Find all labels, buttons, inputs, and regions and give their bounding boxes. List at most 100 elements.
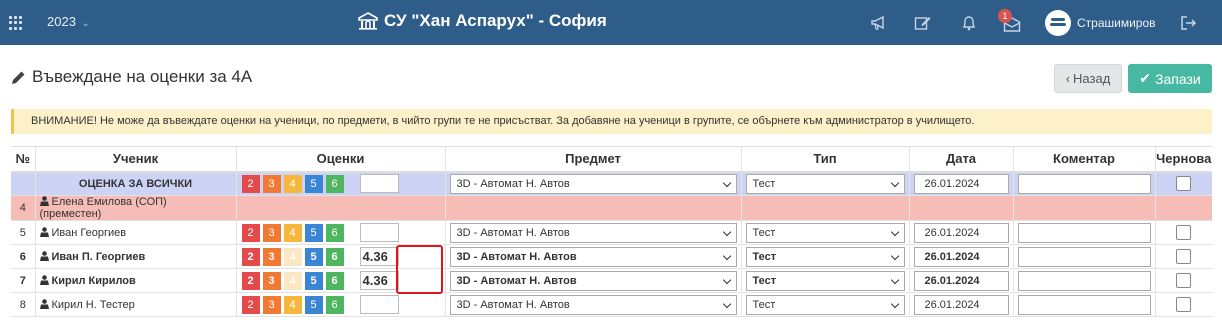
date-cell: 26.01.2024: [908, 292, 1013, 317]
grade-6-button[interactable]: 6: [325, 223, 344, 242]
grade-2-button[interactable]: 2: [241, 174, 260, 193]
row-number: 8: [11, 292, 35, 317]
draft-checkbox[interactable]: [1176, 249, 1192, 264]
subject-cell: 3D - Автомат Н. Автов: [444, 268, 741, 293]
student-cell: Кирил Кирилов: [34, 268, 236, 293]
grades-cell: [235, 195, 445, 221]
type-select[interactable]: Тест: [745, 246, 905, 267]
grade-input[interactable]: [359, 295, 399, 314]
comment-cell: [1012, 292, 1155, 317]
grade-input[interactable]: 4.36: [359, 247, 399, 266]
row-number: 5: [11, 220, 35, 245]
grade-5-button[interactable]: 5: [304, 247, 323, 266]
grade-all-label: ОЦЕНКА ЗА ВСИЧКИ: [34, 171, 236, 196]
grade-4-button[interactable]: 4: [283, 247, 302, 266]
type-cell: Тест: [740, 244, 909, 269]
page-title-text: Въвеждане на оценки за 4А: [32, 67, 253, 86]
username[interactable]: Страшимиров: [1077, 16, 1156, 30]
grade-3-button[interactable]: 3: [262, 247, 281, 266]
grade-4-button[interactable]: 4: [283, 223, 302, 242]
date-input[interactable]: 26.01.2024: [913, 294, 1009, 315]
grade-3-button[interactable]: 3: [262, 295, 281, 314]
grade-6-button[interactable]: 6: [325, 174, 344, 193]
bell-icon[interactable]: [960, 15, 978, 31]
subject-select[interactable]: 3D - Автомат Н. Автов: [449, 294, 737, 315]
date-input[interactable]: 26.01.2024: [913, 246, 1009, 267]
grade-2-button[interactable]: 2: [241, 295, 260, 314]
grade-3-button[interactable]: 3: [262, 271, 281, 290]
grade-2-button[interactable]: 2: [241, 223, 260, 242]
draft-checkbox[interactable]: [1176, 273, 1192, 288]
row-number: 4: [11, 195, 35, 221]
col-date: Дата: [908, 146, 1013, 173]
row-number: 6: [11, 244, 35, 269]
back-button[interactable]: ‹ Назад: [1054, 64, 1122, 93]
highlight-box: [396, 245, 443, 294]
grade-4-button[interactable]: 4: [283, 174, 302, 193]
grade-6-button[interactable]: 6: [325, 271, 344, 290]
draft-cell: [1154, 292, 1212, 317]
grade-input[interactable]: [359, 223, 399, 242]
subject-select[interactable]: 3D - Автомат Н. Автов: [449, 246, 737, 267]
year-value: 2023: [47, 14, 76, 29]
apps-grid-icon[interactable]: [9, 16, 23, 30]
col-comment: Коментар: [1012, 146, 1155, 173]
save-button[interactable]: ✔ Запази: [1128, 64, 1212, 93]
grades-table: № Ученик Оценки Предмет Тип Дата Комента…: [11, 146, 1212, 317]
grade-5-button[interactable]: 5: [304, 271, 323, 290]
logout-icon[interactable]: [1180, 15, 1198, 31]
subject-select[interactable]: 3D - Автомат Н. Автов: [449, 270, 737, 291]
comment-input[interactable]: [1017, 173, 1151, 194]
school-icon: [358, 12, 378, 30]
grade-3-button[interactable]: 3: [262, 174, 281, 193]
col-grades: Оценки: [235, 146, 445, 173]
type-select[interactable]: Тест: [745, 294, 905, 315]
date-cell: 26.01.2024: [908, 171, 1013, 196]
avatar[interactable]: [1045, 10, 1071, 36]
date-cell: 26.01.2024: [908, 268, 1013, 293]
grade-3-button[interactable]: 3: [262, 223, 281, 242]
grades-cell: 2 3 4 5 6: [235, 292, 445, 317]
type-select[interactable]: Тест: [745, 173, 905, 194]
grade-2-button[interactable]: 2: [241, 247, 260, 266]
grade-6-button[interactable]: 6: [325, 247, 344, 266]
school-name: СУ "Хан Аспарух" - София: [384, 11, 607, 30]
comment-input[interactable]: [1017, 222, 1151, 243]
grade-5-button[interactable]: 5: [304, 295, 323, 314]
col-draft: Чернова: [1154, 146, 1212, 173]
grade-4-button[interactable]: 4: [283, 271, 302, 290]
type-select[interactable]: Тест: [745, 222, 905, 243]
megaphone-icon[interactable]: [870, 15, 888, 31]
table-header: № Ученик Оценки Предмет Тип Дата Комента…: [11, 146, 1212, 173]
table-row: 8 Кирил Н. Тестер 2 3 4 5 6 3D - Автомат…: [11, 292, 1212, 317]
grade-4-button[interactable]: 4: [283, 295, 302, 314]
grade-6-button[interactable]: 6: [325, 295, 344, 314]
draft-checkbox[interactable]: [1176, 225, 1192, 240]
subject-select[interactable]: 3D - Автомат Н. Автов: [449, 222, 737, 243]
grade-2-button[interactable]: 2: [241, 271, 260, 290]
date-input[interactable]: 26.01.2024: [913, 222, 1009, 243]
date-input[interactable]: 26.01.2024: [913, 173, 1009, 194]
subject-select[interactable]: 3D - Автомат Н. Автов: [449, 173, 737, 194]
comment-input[interactable]: [1017, 294, 1151, 315]
student-name: Иван Георгиев: [51, 226, 127, 239]
grade-input[interactable]: [359, 174, 399, 194]
comment-input[interactable]: [1017, 246, 1151, 267]
comment-input[interactable]: [1017, 270, 1151, 291]
student-cell: Иван Георгиев: [34, 220, 236, 245]
student-name: Елена Емилова (СОП) (преместен): [39, 196, 167, 220]
date-input[interactable]: 26.01.2024: [913, 270, 1009, 291]
type-cell: Тест: [740, 171, 909, 196]
draft-checkbox[interactable]: [1176, 176, 1192, 192]
grade-5-button[interactable]: 5: [304, 174, 323, 193]
draft-cell: [1154, 171, 1212, 196]
grade-5-button[interactable]: 5: [304, 223, 323, 242]
type-select[interactable]: Тест: [745, 270, 905, 291]
type-cell: [740, 195, 909, 221]
comment-cell: [1012, 220, 1155, 245]
draft-checkbox[interactable]: [1176, 297, 1192, 312]
edit-icon[interactable]: [914, 15, 932, 31]
grade-input[interactable]: 4.36: [359, 271, 399, 290]
year-select[interactable]: 2023 ⌄: [47, 14, 89, 29]
table-row: 7 Кирил Кирилов 2 3 4 5 6 4.36 3D - Авто…: [11, 268, 1212, 293]
